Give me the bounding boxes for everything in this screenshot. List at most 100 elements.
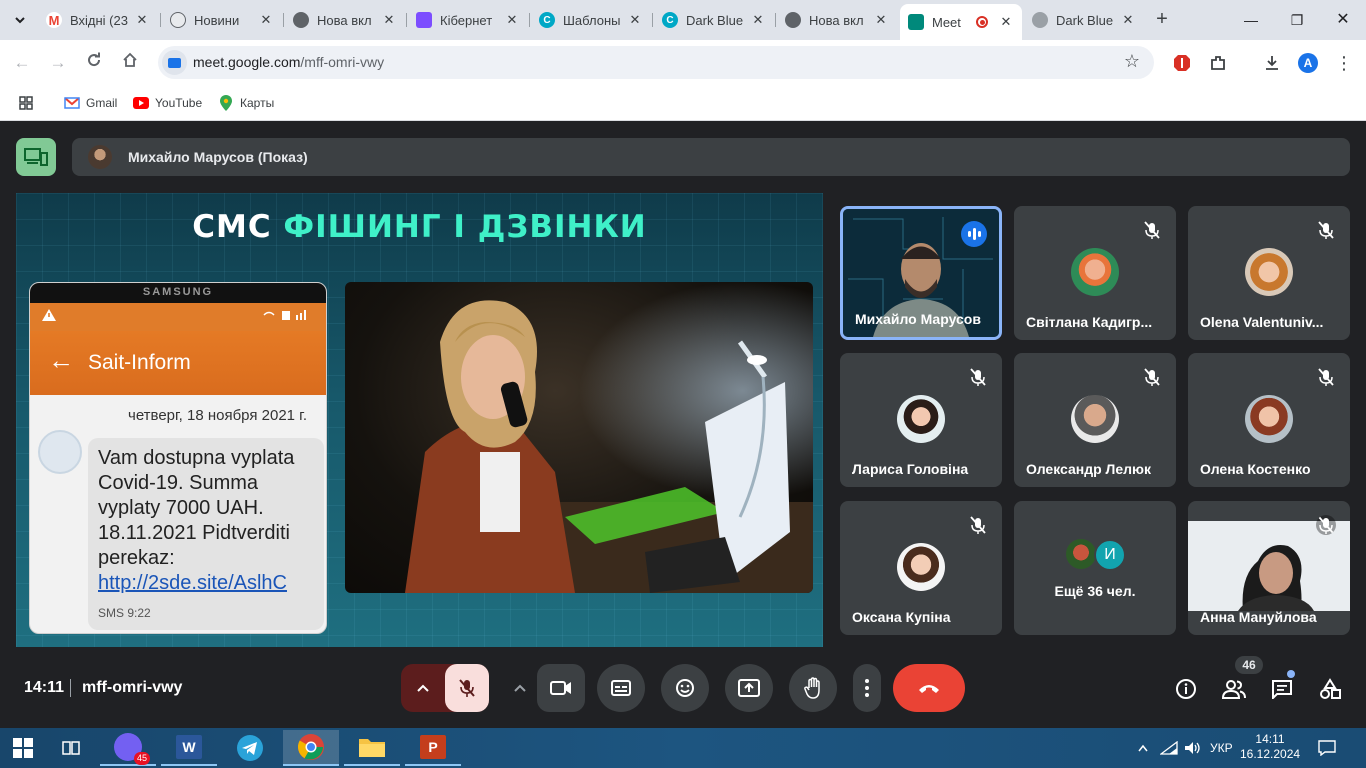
close-icon[interactable]: ✕	[134, 12, 150, 28]
hand-icon	[804, 677, 820, 699]
adblock-extension-icon[interactable]	[1170, 51, 1194, 75]
raise-hand-button[interactable]	[789, 664, 837, 712]
browser-tab-news[interactable]: Новини ✕	[162, 6, 282, 34]
participant-tile-oksana[interactable]: Оксана Купіна	[840, 501, 1002, 635]
participant-name: Olena Valentuniv...	[1200, 314, 1324, 330]
mic-options-button[interactable]	[401, 664, 445, 712]
taskbar-word[interactable]: W	[161, 730, 217, 766]
site-info-icon[interactable]	[162, 50, 187, 75]
people-button[interactable]	[1221, 676, 1247, 702]
mic-toggle-button[interactable]	[445, 664, 489, 712]
activities-button[interactable]	[1317, 676, 1343, 702]
presentation-layout-button[interactable]	[16, 138, 56, 176]
mic-off-icon	[1144, 368, 1160, 386]
participant-tile-oleksandr[interactable]: Олександр Лелюк	[1014, 353, 1176, 487]
youtube-icon	[133, 95, 149, 111]
extensions-icon[interactable]	[1206, 51, 1230, 75]
close-icon[interactable]: ✕	[627, 12, 643, 28]
participant-tile-larysa[interactable]: Лариса Головіна	[840, 353, 1002, 487]
tab-search-button[interactable]	[8, 8, 32, 32]
browser-tab-cyber[interactable]: Кібернет ✕	[408, 6, 528, 34]
leave-call-button[interactable]	[893, 664, 965, 712]
participant-avatar	[897, 395, 945, 443]
network-icon[interactable]	[1160, 728, 1178, 768]
participant-tile-svitlana[interactable]: Світлана Кадигр...	[1014, 206, 1176, 340]
bookmark-maps[interactable]: Карты	[218, 92, 274, 114]
back-button[interactable]: ←	[9, 50, 35, 76]
new-tab-button[interactable]: +	[1150, 8, 1174, 32]
mic-off-icon	[1144, 221, 1160, 239]
participant-tile-anna[interactable]: Анна Мануйлова	[1188, 501, 1350, 635]
signal-icon	[262, 309, 314, 324]
more-options-button[interactable]	[853, 664, 881, 712]
close-icon[interactable]: ✕	[998, 14, 1014, 30]
input-language[interactable]: УКР	[1210, 728, 1233, 768]
browser-tab-templates[interactable]: C Шаблоны ✕	[531, 6, 651, 34]
taskbar-viber[interactable]: 45	[100, 730, 156, 766]
close-icon[interactable]: ✕	[1120, 12, 1136, 28]
restore-button[interactable]: ❐	[1282, 8, 1312, 32]
minimize-button[interactable]: —	[1236, 8, 1266, 32]
meeting-details-button[interactable]	[1173, 676, 1199, 702]
apps-grid-icon[interactable]	[18, 92, 34, 114]
more-participants-tile[interactable]: И Ещё 36 чел.	[1014, 501, 1176, 635]
bookmark-star-icon[interactable]: ☆	[1124, 51, 1140, 72]
mic-off-icon	[459, 679, 475, 697]
home-button[interactable]	[117, 50, 143, 76]
chrome-menu-icon[interactable]: ⋮	[1332, 51, 1356, 75]
profile-avatar[interactable]: A	[1296, 51, 1320, 75]
bookmark-gmail[interactable]: Gmail	[64, 92, 117, 114]
task-view-button[interactable]	[46, 730, 96, 766]
browser-tab-new-2[interactable]: Нова вкл ✕	[777, 6, 897, 34]
camera-toggle-button[interactable]	[537, 664, 585, 712]
taskbar-chrome[interactable]	[283, 730, 339, 766]
notification-icon	[1318, 740, 1336, 756]
sms-text: Vam dostupna vyplata Covid-19. Summa vyp…	[98, 447, 295, 569]
telegram-icon	[237, 735, 263, 761]
presenter-bar: Михайло Марусов (Показ)	[72, 138, 1350, 176]
sms-bubble: Vam dostupna vyplata Covid-19. Summa vyp…	[88, 438, 324, 630]
downloads-icon[interactable]	[1260, 51, 1284, 75]
sms-link: http://2sde.site/AslhC	[98, 572, 287, 594]
sender-avatar	[38, 430, 82, 474]
maps-pin-icon	[218, 95, 234, 111]
close-icon[interactable]: ✕	[873, 12, 889, 28]
browser-tab-gmail[interactable]: M Вхідні (23 ✕	[38, 6, 158, 34]
participant-avatar	[897, 543, 945, 591]
taskbar-powerpoint[interactable]: P	[405, 730, 461, 766]
participant-tile-olena-v[interactable]: Olena Valentuniv...	[1188, 206, 1350, 340]
browser-tab-new-1[interactable]: Нова вкл ✕	[285, 6, 405, 34]
sms-sender: Sait-Inform	[88, 351, 191, 374]
address-bar[interactable]: meet.google.com/mff-omri-vwy ☆	[158, 46, 1154, 79]
chevron-up-icon	[1138, 744, 1148, 752]
browser-tab-dark-blue-1[interactable]: C Dark Blue ✕	[654, 6, 774, 34]
bookmark-youtube[interactable]: YouTube	[133, 92, 202, 114]
system-clock[interactable]: 14:11 16.12.2024	[1240, 732, 1300, 762]
close-icon[interactable]: ✕	[381, 12, 397, 28]
close-window-button[interactable]: ✕	[1328, 8, 1358, 32]
notifications-button[interactable]	[1318, 728, 1336, 768]
show-hidden-icons[interactable]	[1138, 728, 1148, 768]
mic-off-icon	[970, 516, 986, 534]
captions-button[interactable]	[597, 664, 645, 712]
reactions-button[interactable]	[661, 664, 709, 712]
tab-label: Кібернет	[440, 12, 493, 28]
participant-name: Лариса Головіна	[852, 461, 969, 477]
participant-tile-mykhailo[interactable]: Михайло Марусов	[840, 206, 1002, 340]
taskbar-telegram[interactable]	[222, 730, 278, 766]
present-screen-button[interactable]	[725, 664, 773, 712]
taskbar-file-explorer[interactable]	[344, 730, 400, 766]
volume-icon[interactable]	[1184, 728, 1202, 768]
close-icon[interactable]: ✕	[504, 12, 520, 28]
start-button[interactable]	[0, 730, 46, 766]
browser-tab-dark-blue-2[interactable]: Dark Blue ✕	[1024, 6, 1144, 34]
browser-tab-meet[interactable]: Meet ✕	[900, 4, 1022, 40]
close-icon[interactable]: ✕	[750, 12, 766, 28]
close-icon[interactable]: ✕	[258, 12, 274, 28]
reload-button[interactable]	[81, 50, 107, 76]
sms-date: четверг, 18 ноября 2021 г.	[128, 407, 307, 424]
camera-options-button[interactable]	[503, 664, 537, 712]
chat-button[interactable]	[1269, 676, 1295, 702]
participant-tile-olena-k[interactable]: Олена Костенко	[1188, 353, 1350, 487]
forward-button[interactable]: →	[45, 50, 71, 76]
